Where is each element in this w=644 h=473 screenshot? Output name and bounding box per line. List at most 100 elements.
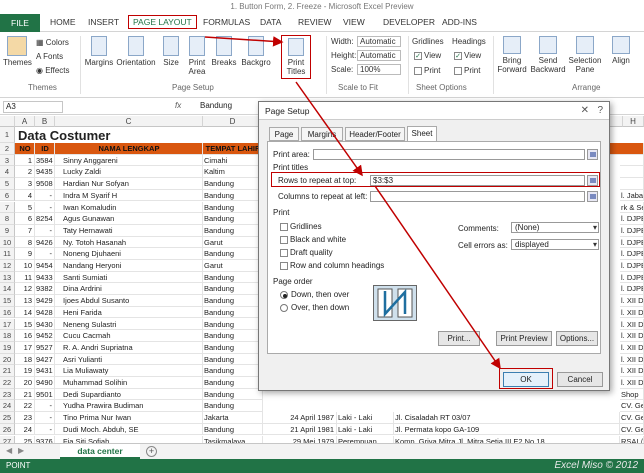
row-header[interactable]: 18	[0, 330, 15, 342]
black-white-checkbox[interactable]: Black and white	[280, 235, 346, 244]
prev-sheet-icon[interactable]: ◀	[6, 446, 12, 455]
row-header[interactable]: 23	[0, 388, 15, 401]
table-cell[interactable]: 9427	[35, 353, 55, 366]
table-cell[interactable]: Kaltim	[203, 166, 263, 179]
table-cell[interactable]: l. DJPB	[620, 224, 644, 237]
table-cell[interactable]: l. DJPB	[620, 271, 644, 284]
table-cell[interactable]: Bandung	[203, 178, 263, 190]
table-cell[interactable]: Jl. Cisaladah RT 03/07	[394, 412, 620, 424]
table-cell[interactable]: 22	[15, 400, 35, 413]
table-cell[interactable]: -	[35, 412, 55, 424]
table-cell[interactable]: 21	[15, 388, 35, 401]
table-cell[interactable]: Perempuan	[337, 435, 394, 443]
table-cell[interactable]: Nandang Heryoni	[55, 260, 203, 272]
selection-pane-button[interactable]: Selection Pane	[568, 36, 602, 74]
row-header[interactable]: 19	[0, 341, 15, 354]
table-cell[interactable]: Bandung	[203, 400, 263, 413]
table-cell[interactable]: 9	[15, 248, 35, 260]
row-header[interactable]: 6	[0, 189, 15, 202]
tab-file[interactable]: FILE	[0, 14, 40, 32]
table-cell[interactable]: l. XII DJ	[620, 318, 644, 331]
table-cell[interactable]: Bandung	[203, 271, 263, 284]
table-cell[interactable]: Bandung	[203, 283, 263, 296]
table-cell[interactable]: Yudha Prawira Budiman	[55, 400, 203, 413]
table-cell[interactable]: l. DJPB	[620, 283, 644, 296]
table-cell[interactable]: 9382	[35, 283, 55, 296]
table-cell[interactable]: Sinny Anggareni	[55, 154, 203, 167]
table-cell[interactable]: Jl. Permata kopo GA-109	[394, 423, 620, 436]
row-header[interactable]: 26	[0, 423, 15, 436]
name-box[interactable]: A3	[3, 101, 63, 113]
table-cell[interactable]: Tino Prima Nur Iwan	[55, 412, 203, 424]
table-cell[interactable]: Komp. Griya Mitra Jl. Mitra Setia III E2…	[394, 435, 620, 443]
table-cell[interactable]: -	[35, 248, 55, 260]
row-header[interactable]: 25	[0, 412, 15, 424]
row-header[interactable]: 13	[0, 271, 15, 284]
table-cell[interactable]	[620, 154, 644, 167]
table-cell[interactable]: 29 Mei 1979	[263, 435, 337, 443]
dialog-tab-margins[interactable]: Margins	[301, 127, 343, 141]
table-cell[interactable]: 9527	[35, 341, 55, 354]
table-cell[interactable]: RSAI / Rs. Al	[620, 435, 644, 443]
table-cell[interactable]: 24	[15, 423, 35, 436]
table-cell[interactable]: Garut	[203, 260, 263, 272]
help-icon[interactable]: ?	[597, 105, 603, 116]
table-cell[interactable]: 25	[15, 435, 35, 443]
table-cell[interactable]: 8254	[35, 213, 55, 225]
add-sheet-icon[interactable]: +	[146, 446, 157, 457]
row-header[interactable]: 7	[0, 201, 15, 214]
table-cell[interactable]: Bandung	[203, 423, 263, 436]
table-cell[interactable]: 5	[15, 201, 35, 214]
table-cell[interactable]: l. DJPB	[620, 248, 644, 260]
row-header[interactable]: 1	[0, 127, 15, 143]
dialog-tab-sheet[interactable]: Sheet	[407, 126, 437, 142]
close-icon[interactable]: ✕	[581, 105, 589, 116]
table-cell[interactable]: Agus Gunawan	[55, 213, 203, 225]
table-cell[interactable]	[620, 178, 644, 190]
row-header[interactable]: 3	[0, 154, 15, 167]
table-cell[interactable]: l. DJPB	[620, 260, 644, 272]
table-cell[interactable]: -	[35, 423, 55, 436]
table-cell[interactable]: 17	[15, 341, 35, 354]
height-select[interactable]: Automatic	[357, 50, 401, 61]
table-cell[interactable]: 9435	[35, 166, 55, 179]
table-cell[interactable]: Lucky Zaldi	[55, 166, 203, 179]
gridlines-checkbox[interactable]: Gridlines	[280, 222, 322, 231]
table-cell[interactable]: 24 April 1987	[263, 412, 337, 424]
table-cell[interactable]: 4	[15, 189, 35, 202]
print-titles-button[interactable]: Print Titles	[281, 35, 311, 79]
table-cell[interactable]: Hardian Nur Sofyan	[55, 178, 203, 190]
background-button[interactable]: Backgro	[238, 36, 274, 67]
comments-select[interactable]: (None)	[511, 222, 599, 233]
down-then-over-radio[interactable]: Down, then over	[280, 290, 349, 299]
table-cell[interactable]: CV. Gerai Cip	[620, 423, 644, 436]
row-header[interactable]: 15	[0, 295, 15, 307]
sheet-title[interactable]: Data Costumer	[17, 128, 197, 143]
margins-button[interactable]: Margins	[84, 36, 114, 67]
effects-button[interactable]: ◉ Effects	[36, 66, 70, 75]
table-cell[interactable]: 1	[15, 154, 35, 167]
table-cell[interactable]: Bandung	[203, 377, 263, 389]
table-cell[interactable]: 3	[15, 178, 35, 190]
table-cell[interactable]: Iwan Komaludin	[55, 201, 203, 214]
table-cell[interactable]: Santi Sumiati	[55, 271, 203, 284]
headings-print-check[interactable]: Print	[454, 66, 480, 75]
table-cell[interactable]: 9490	[35, 377, 55, 389]
table-cell[interactable]: Asri Yulianti	[55, 353, 203, 366]
select-all-corner[interactable]	[0, 116, 15, 127]
tab-add-ins[interactable]: ADD-INS	[442, 17, 477, 27]
table-cell[interactable]: 20	[15, 377, 35, 389]
table-cell[interactable]: Cimahi	[203, 154, 263, 167]
column-header-cell[interactable]: ID	[35, 143, 55, 155]
table-cell[interactable]: -	[35, 201, 55, 214]
table-cell[interactable]: 11	[15, 271, 35, 284]
rows-repeat-input[interactable]: $3:$3	[370, 175, 585, 186]
headings-view-check[interactable]: View	[454, 51, 481, 60]
orientation-button[interactable]: Orientation	[116, 36, 156, 67]
table-cell[interactable]: -	[35, 400, 55, 413]
print-button[interactable]: Print...	[438, 331, 480, 346]
table-cell[interactable]: 2	[15, 166, 35, 179]
table-cell[interactable]: Bandung	[203, 388, 263, 401]
row-header[interactable]: 17	[0, 318, 15, 331]
print-area-button[interactable]: Print Area	[185, 36, 209, 76]
